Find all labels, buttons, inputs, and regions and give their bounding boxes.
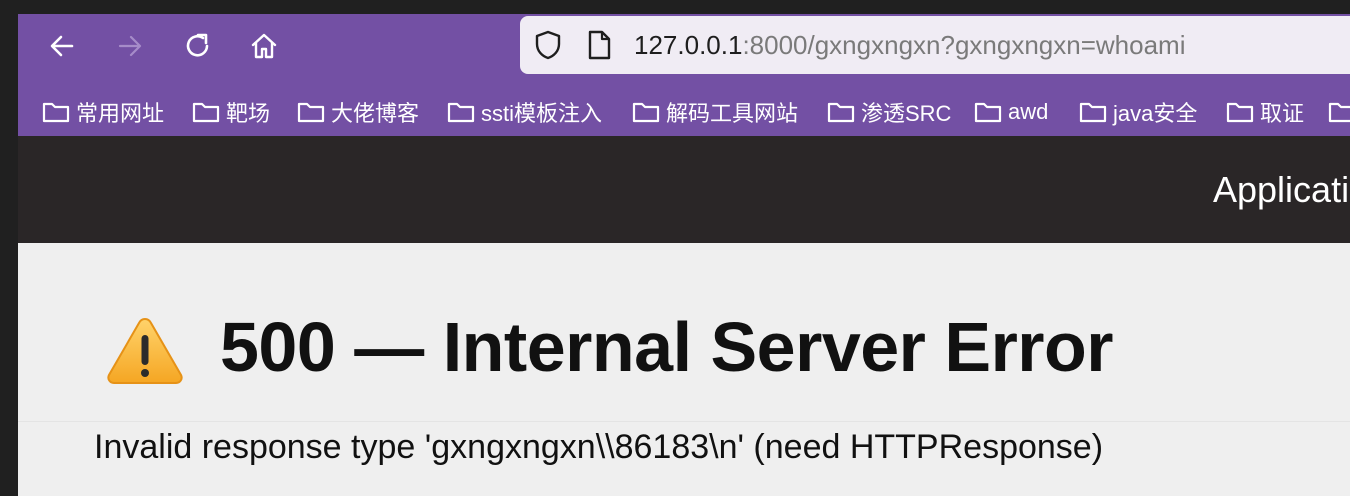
bookmark-folder[interactable]: 大佬博客 [297, 94, 419, 130]
app-header: Applicati [18, 136, 1350, 243]
window-top-edge [18, 0, 1350, 14]
page-info-icon[interactable] [586, 30, 612, 60]
divider [18, 421, 1350, 422]
bookmark-label: 渗透SRC [861, 101, 952, 126]
home-icon [251, 33, 277, 59]
bookmark-folder[interactable]: ssti模板注入 [447, 94, 602, 130]
bookmark-label: ssti模板注入 [481, 101, 603, 126]
folder-icon [42, 102, 70, 123]
bookmark-label: awd [1008, 99, 1049, 124]
bookmark-folder[interactable]: java安全 [1079, 94, 1197, 130]
folder-icon [447, 102, 475, 123]
bookmark-folder[interactable] [1328, 94, 1350, 130]
folder-icon [1328, 102, 1350, 123]
warning-icon [107, 317, 183, 384]
address-bar[interactable]: 127.0.0.1:8000/gxngxngxn?gxngxngxn=whoam… [520, 16, 1350, 74]
error-page: 500 — Internal Server Error Invalid resp… [18, 243, 1350, 496]
app-title: Applicati [1213, 169, 1350, 210]
url-path: :8000/gxngxngxn?gxngxngxn=whoami [742, 30, 1186, 60]
error-heading-row: 500 — Internal Server Error [18, 243, 1350, 421]
folder-icon [1079, 102, 1107, 123]
bookmark-label: 靶场 [226, 101, 271, 126]
bookmark-folder[interactable]: 解码工具网站 [632, 94, 798, 130]
back-button[interactable] [44, 28, 80, 64]
bookmark-label: 解码工具网站 [666, 101, 799, 126]
bookmark-label: java安全 [1113, 101, 1198, 126]
bookmark-folder[interactable]: 常用网址 [42, 94, 164, 130]
folder-icon [1226, 102, 1254, 123]
error-title: 500 — Internal Server Error [220, 308, 1114, 386]
bookmarks-bar: 常用网址 靶场 大佬博客 ssti模板注入 解码工具网站 渗透SRC awd j… [18, 88, 1350, 136]
forward-button[interactable] [112, 28, 148, 64]
arrow-left-icon [50, 35, 74, 57]
url-text[interactable]: 127.0.0.1:8000/gxngxngxn?gxngxngxn=whoam… [634, 29, 1185, 61]
browser-chrome: 127.0.0.1:8000/gxngxngxn?gxngxngxn=whoam… [18, 14, 1350, 136]
reload-icon [186, 33, 209, 57]
folder-icon [974, 102, 1002, 123]
arrow-right-icon [118, 35, 142, 57]
bookmark-folder[interactable]: 靶场 [192, 94, 270, 130]
bookmark-folder[interactable]: awd [974, 94, 1048, 130]
bookmark-folder[interactable]: 取证 [1226, 94, 1304, 130]
url-host: 127.0.0.1 [634, 30, 743, 60]
bookmark-folder[interactable]: 渗透SRC [827, 94, 951, 130]
bookmark-label: 大佬博客 [331, 101, 420, 126]
window-edge [0, 0, 18, 496]
folder-icon [297, 102, 325, 123]
navigation-toolbar: 127.0.0.1:8000/gxngxngxn?gxngxngxn=whoam… [18, 14, 1350, 80]
error-message: Invalid response type 'gxngxngxn\\86183\… [94, 428, 1104, 466]
bookmark-label: 取证 [1260, 101, 1305, 126]
folder-icon [192, 102, 220, 123]
shield-icon[interactable] [532, 29, 564, 61]
folder-icon [827, 102, 855, 123]
bookmark-label: 常用网址 [76, 101, 165, 126]
folder-icon [632, 102, 660, 123]
home-button[interactable] [246, 28, 282, 64]
reload-button[interactable] [180, 28, 216, 64]
